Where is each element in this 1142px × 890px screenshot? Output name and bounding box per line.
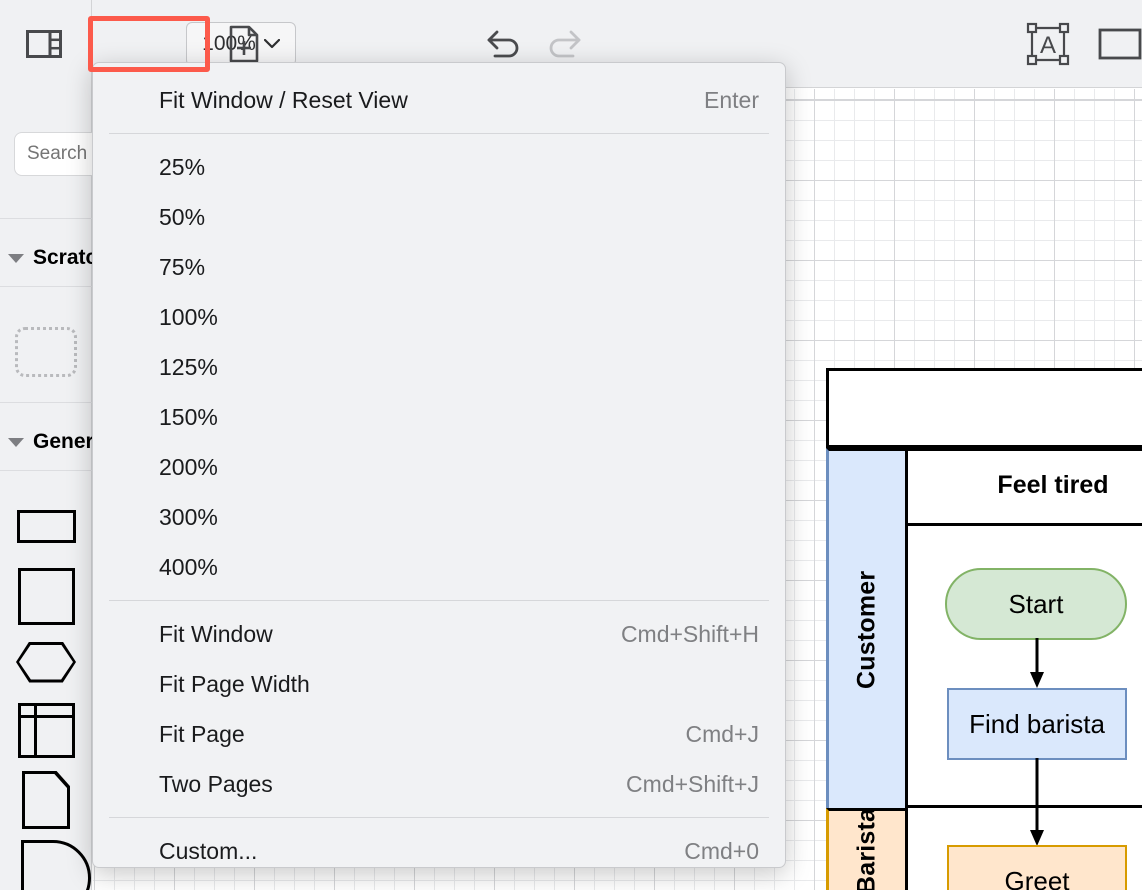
menu-item-label: 50% bbox=[159, 204, 205, 231]
edge-start-to-find-barista[interactable] bbox=[1025, 638, 1049, 690]
menu-item-label: 200% bbox=[159, 454, 218, 481]
rectangle-icon bbox=[1098, 28, 1142, 60]
menu-item-label: Fit Window bbox=[159, 621, 273, 648]
node-start[interactable]: Start bbox=[945, 568, 1127, 640]
menu-item-fit-window[interactable]: Fit Window Cmd+Shift+H bbox=[93, 609, 785, 659]
menu-item-label: 150% bbox=[159, 404, 218, 431]
menu-item-zoom-200[interactable]: 200% bbox=[93, 442, 785, 492]
menu-item-label: Two Pages bbox=[159, 771, 273, 798]
menu-separator bbox=[109, 133, 769, 134]
menu-item-label: 75% bbox=[159, 254, 205, 281]
menu-item-fit-page[interactable]: Fit Page Cmd+J bbox=[93, 709, 785, 759]
menu-item-zoom-300[interactable]: 300% bbox=[93, 492, 785, 542]
menu-item-label: Fit Page bbox=[159, 721, 245, 748]
chevron-down-icon bbox=[8, 438, 24, 447]
menu-item-zoom-400[interactable]: 400% bbox=[93, 542, 785, 592]
menu-item-shortcut: Cmd+Shift+J bbox=[626, 771, 759, 798]
menu-item-label: 100% bbox=[159, 304, 218, 331]
menu-item-shortcut: Enter bbox=[704, 87, 759, 114]
menu-item-label: 25% bbox=[159, 154, 205, 181]
sidebar-divider bbox=[0, 218, 92, 219]
node-find-barista[interactable]: Find barista bbox=[947, 688, 1127, 760]
half-circle-icon bbox=[21, 840, 91, 890]
shape-tool-button[interactable] bbox=[1094, 22, 1142, 66]
menu-item-shortcut: Cmd+0 bbox=[684, 838, 759, 865]
shape-palette-square[interactable] bbox=[0, 562, 92, 630]
chevron-down-icon bbox=[264, 39, 280, 49]
sidebar-divider bbox=[0, 470, 92, 471]
lane-header-customer[interactable]: Customer bbox=[826, 448, 908, 808]
shape-palette-document[interactable] bbox=[0, 766, 92, 834]
app-root: Feel tired Customer Barista Start Find b… bbox=[0, 0, 1142, 890]
redo-icon bbox=[545, 28, 583, 60]
sidebar-divider bbox=[0, 286, 92, 287]
menu-item-label: Fit Window / Reset View bbox=[159, 87, 408, 114]
shape-palette-hexagon[interactable] bbox=[0, 628, 92, 696]
undo-button[interactable] bbox=[480, 20, 528, 68]
rectangle-icon bbox=[17, 510, 76, 543]
menu-top-padding bbox=[93, 63, 785, 75]
lane-header-barista[interactable]: Barista bbox=[826, 808, 908, 890]
menu-item-label: Custom... bbox=[159, 838, 257, 865]
edge-find-barista-to-greet[interactable] bbox=[1025, 758, 1049, 848]
menu-item-zoom-50[interactable]: 50% bbox=[93, 192, 785, 242]
text-box-icon: A bbox=[1026, 22, 1070, 66]
new-page-button[interactable] bbox=[222, 20, 266, 68]
menu-item-zoom-150[interactable]: 150% bbox=[93, 392, 785, 442]
menu-item-shortcut: Cmd+Shift+H bbox=[621, 621, 759, 648]
scratchpad-drop-area[interactable] bbox=[0, 318, 92, 386]
shape-palette-rectangle[interactable] bbox=[0, 492, 92, 560]
menu-item-label: 125% bbox=[159, 354, 218, 381]
diagram-phase-label[interactable]: Feel tired bbox=[908, 448, 1142, 526]
menu-item-fit-page-width[interactable]: Fit Page Width bbox=[93, 659, 785, 709]
new-page-icon bbox=[229, 25, 259, 63]
hexagon-icon bbox=[16, 642, 76, 683]
chevron-down-icon bbox=[8, 254, 24, 263]
document-icon bbox=[22, 771, 70, 829]
menu-item-label: Fit Page Width bbox=[159, 671, 310, 698]
format-panel-toggle-button[interactable] bbox=[22, 22, 66, 66]
menu-item-custom[interactable]: Custom... Cmd+0 bbox=[93, 826, 785, 868]
table-icon bbox=[18, 703, 75, 758]
zoom-dropdown-menu[interactable]: Fit Window / Reset View Enter 25% 50% 75… bbox=[92, 62, 786, 868]
menu-item-zoom-75[interactable]: 75% bbox=[93, 242, 785, 292]
dashed-drop-area-icon bbox=[15, 327, 77, 377]
redo-button[interactable] bbox=[540, 20, 588, 68]
menu-item-label: 400% bbox=[159, 554, 218, 581]
menu-item-zoom-25[interactable]: 25% bbox=[93, 142, 785, 192]
menu-item-shortcut: Cmd+J bbox=[686, 721, 760, 748]
menu-separator bbox=[109, 600, 769, 601]
format-panel-icon bbox=[26, 30, 62, 58]
shape-palette-half-circle[interactable] bbox=[0, 840, 92, 890]
text-tool-button[interactable]: A bbox=[1022, 18, 1074, 70]
menu-item-fit-window-reset-view[interactable]: Fit Window / Reset View Enter bbox=[93, 75, 785, 125]
menu-item-zoom-125[interactable]: 125% bbox=[93, 342, 785, 392]
svg-text:A: A bbox=[1040, 32, 1056, 59]
menu-item-zoom-100[interactable]: 100% bbox=[93, 292, 785, 342]
shapes-sidebar: Scratchpad General bbox=[0, 0, 92, 890]
diagram-pool-header[interactable] bbox=[826, 368, 1142, 448]
undo-icon bbox=[485, 28, 523, 60]
square-icon bbox=[18, 568, 75, 625]
menu-item-label: 300% bbox=[159, 504, 218, 531]
node-greet[interactable]: Greet bbox=[947, 845, 1127, 890]
menu-separator bbox=[109, 817, 769, 818]
shape-palette-table[interactable] bbox=[0, 696, 92, 764]
menu-item-two-pages[interactable]: Two Pages Cmd+Shift+J bbox=[93, 759, 785, 809]
sidebar-divider bbox=[0, 402, 92, 403]
